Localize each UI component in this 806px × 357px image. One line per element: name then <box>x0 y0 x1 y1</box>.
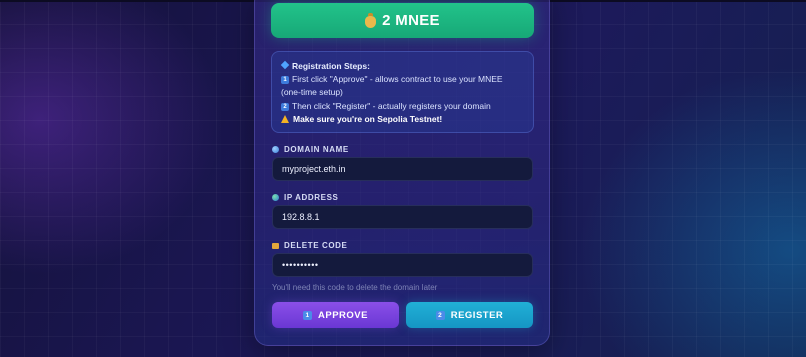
registration-steps-panel: Registration Steps: 1 First click "Approv… <box>271 51 534 133</box>
warning-text: Make sure you're on Sepolia Testnet! <box>293 113 443 124</box>
steps-title: Registration Steps: <box>292 61 370 71</box>
price-label: 2 MNEE <box>382 12 440 29</box>
domain-name-label-text: DOMAIN NAME <box>284 145 349 154</box>
earth-icon <box>272 194 279 201</box>
lock-icon <box>272 242 279 249</box>
warning-icon <box>281 114 289 123</box>
ip-address-value: 192.8.8.1 <box>282 212 320 222</box>
register-button-label: REGISTER <box>450 309 504 321</box>
step-1: 1 First click "Approve" - allows contract… <box>281 73 524 99</box>
keycap-1-icon: 1 <box>303 310 313 320</box>
steps-title-row: Registration Steps: <box>280 60 524 73</box>
price-banner: 2 MNEE <box>271 3 534 38</box>
step-2: 2 Then click "Register" - actually regist… <box>281 100 524 113</box>
delete-code-value: •••••••••• <box>282 260 319 270</box>
delete-code-label: DELETE CODE <box>272 241 348 250</box>
ip-address-input[interactable]: 192.8.8.1 <box>272 205 533 229</box>
keycap-2-icon: 2 <box>281 102 289 111</box>
step-2-text: Then click "Register" - actually registe… <box>292 100 491 111</box>
diamond-icon <box>280 60 290 70</box>
approve-button[interactable]: 1 APPROVE <box>272 302 399 328</box>
delete-code-label-text: DELETE CODE <box>284 241 348 250</box>
domain-name-label: DOMAIN NAME <box>272 145 349 154</box>
domain-name-input[interactable]: myproject.eth.in <box>272 157 533 181</box>
step-1-text: First click "Approve" - allows contract … <box>281 74 503 98</box>
keycap-1-icon: 1 <box>281 76 289 85</box>
approve-button-label: APPROVE <box>318 309 368 321</box>
register-button[interactable]: 2 REGISTER <box>406 302 533 328</box>
globe-icon <box>272 146 279 153</box>
delete-code-hint: You'll need this code to delete the doma… <box>272 283 438 292</box>
delete-code-input[interactable]: •••••••••• <box>272 253 533 277</box>
ip-address-label: IP ADDRESS <box>272 193 338 202</box>
ip-address-label-text: IP ADDRESS <box>284 193 339 202</box>
money-bag-icon <box>365 12 377 28</box>
keycap-2-icon: 2 <box>435 310 445 320</box>
domain-name-value: myproject.eth.in <box>282 164 346 174</box>
warning-row: Make sure you're on Sepolia Testnet! <box>281 113 524 126</box>
